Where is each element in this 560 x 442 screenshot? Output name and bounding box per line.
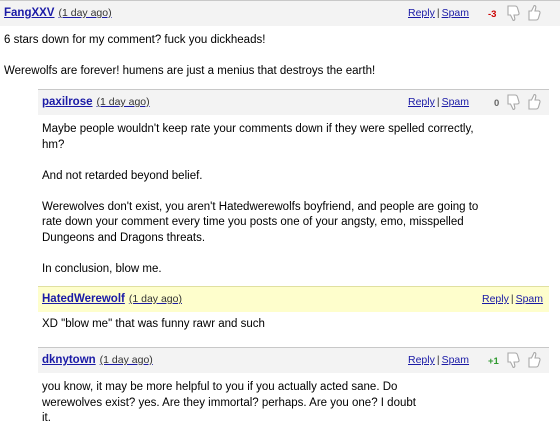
reply-link[interactable]: Reply — [408, 7, 435, 19]
comment-paragraph: Werewolfs are forever! humens are just a… — [4, 65, 376, 77]
comment-paxilrose: paxilrose (1 day ago) Reply | Spam 0 Maybe … — [38, 89, 549, 279]
comment-author-link[interactable]: dknytown (1 day ago) — [42, 354, 153, 366]
comment-body: 6 stars down for my comment? fuck you di… — [4, 33, 552, 95]
comment-actions: Reply | Spam — [408, 354, 469, 366]
thumbs-down-icon[interactable] — [506, 4, 522, 22]
comment-header: HatedWerewolf (1 day ago) Reply | Spam — [38, 286, 549, 312]
comment-body: Maybe people wouldn't keep rate your com… — [42, 122, 489, 293]
spam-link[interactable]: Spam — [516, 293, 543, 305]
reply-link[interactable]: Reply — [408, 96, 435, 108]
comment-header: FangXXV (1 day ago) Reply | Spam -3 — [0, 0, 560, 26]
comment-paragraph: 6 stars down for my comment? fuck you di… — [4, 34, 266, 46]
comment-body: XD "blow me" that was funny rawr and suc… — [42, 317, 541, 348]
comment-paragraph: XD "blow me" that was funny rawr and suc… — [42, 318, 265, 330]
separator: | — [510, 293, 514, 305]
comment-timestamp: (1 day ago) — [128, 293, 182, 305]
comment-paragraph: Maybe people wouldn't keep rate your com… — [42, 123, 474, 151]
thumbs-up-icon[interactable] — [527, 4, 543, 22]
comment-paragraph: In conclusion, blow me. — [42, 262, 162, 275]
comment-header: paxilrose (1 day ago) Reply | Spam 0 — [38, 89, 549, 115]
comment-actions: Reply | Spam — [408, 96, 469, 108]
comment-score: -3 — [488, 9, 497, 20]
comment-dknytown: dknytown (1 day ago) Reply | Spam +1 you kn… — [38, 347, 549, 440]
comment-paragraph: Werewolves don't exist, you aren't Hated… — [42, 200, 479, 244]
thumbs-up-icon[interactable] — [527, 351, 543, 369]
spam-link[interactable]: Spam — [442, 7, 469, 19]
comment-actions: Reply | Spam — [408, 7, 469, 19]
comment-fangxxv: FangXXV (1 day ago) Reply | Spam -3 6 stars… — [0, 0, 560, 82]
reply-link[interactable]: Reply — [482, 293, 509, 305]
comment-header: dknytown (1 day ago) Reply | Spam +1 — [38, 347, 549, 373]
separator: | — [436, 7, 440, 19]
comment-author-link[interactable]: FangXXV (1 day ago) — [4, 7, 112, 19]
spam-link[interactable]: Spam — [442, 96, 469, 108]
comment-body: you know, it may be more helpful to you … — [42, 380, 419, 442]
spam-link[interactable]: Spam — [442, 354, 469, 366]
comment-actions: Reply | Spam — [482, 293, 543, 305]
reply-link[interactable]: Reply — [408, 354, 435, 366]
comment-paragraph: And not retarded beyond belief. — [42, 169, 203, 182]
comment-hatedwerewolf: HatedWerewolf (1 day ago) Reply | Spam XD "… — [38, 286, 549, 336]
comment-timestamp: (1 day ago) — [99, 354, 153, 366]
comment-author-link[interactable]: paxilrose (1 day ago) — [42, 96, 150, 108]
comment-paragraph: you know, it may be more helpful to you … — [42, 381, 416, 424]
thumbs-up-icon[interactable] — [527, 93, 543, 111]
separator: | — [436, 354, 440, 366]
thumbs-down-icon[interactable] — [506, 351, 522, 369]
thumbs-down-icon[interactable] — [506, 93, 522, 111]
comment-score: 0 — [494, 98, 500, 109]
comment-timestamp: (1 day ago) — [58, 7, 112, 19]
comment-author-link[interactable]: HatedWerewolf (1 day ago) — [42, 293, 182, 305]
separator: | — [436, 96, 440, 108]
comment-score: +1 — [488, 356, 499, 367]
comment-timestamp: (1 day ago) — [96, 96, 150, 108]
